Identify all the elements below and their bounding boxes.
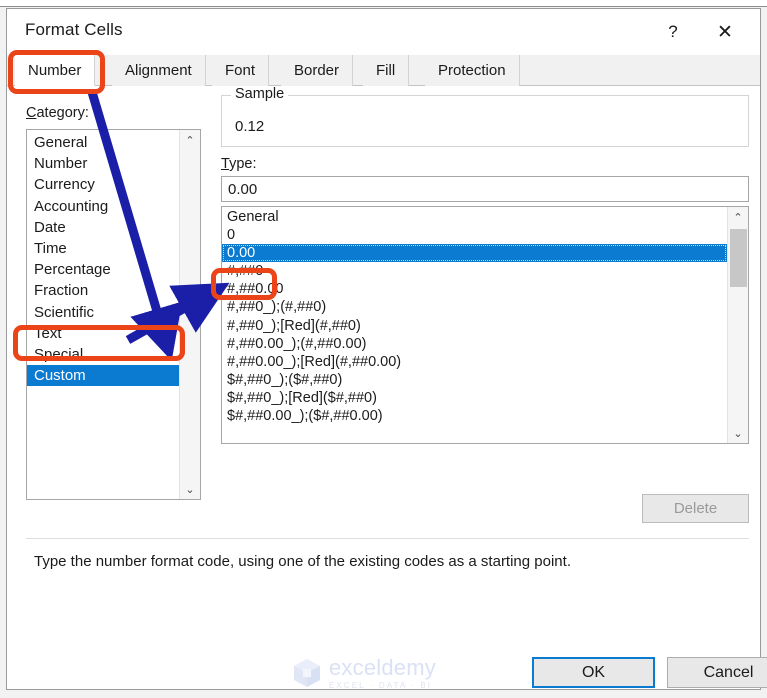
category-list: General Number Currency Accounting Date Time P… bbox=[27, 130, 179, 499]
tab-fill[interactable]: Fill bbox=[363, 55, 410, 86]
delete-button[interactable]: Delete bbox=[642, 494, 749, 523]
type-item[interactable]: $#,##0_);[Red]($#,##0) bbox=[222, 389, 727, 407]
type-item[interactable]: General bbox=[222, 208, 727, 226]
sample-label: Sample bbox=[231, 86, 289, 102]
dialog-title: Format Cells bbox=[25, 20, 123, 39]
watermark-tagline: EXCEL · DATA · BI bbox=[329, 680, 433, 690]
type-item[interactable]: $#,##0_);($#,##0) bbox=[222, 371, 727, 389]
help-text: Type the number format code, using one o… bbox=[34, 553, 571, 570]
category-item[interactable]: Text bbox=[27, 323, 179, 344]
category-item[interactable]: Scientific bbox=[27, 302, 179, 323]
category-item[interactable]: Custom bbox=[27, 365, 179, 387]
exceldemy-logo-icon bbox=[294, 659, 320, 687]
type-list: General 0 0.00 #,##0 #,##0.00 #,##0_);(#,##0)… bbox=[222, 207, 727, 443]
scroll-down-icon[interactable]: ⌄ bbox=[728, 423, 748, 443]
help-icon[interactable]: ? bbox=[652, 15, 694, 49]
tab-strip: Number Alignment Font Border Fill Protec… bbox=[7, 55, 760, 86]
watermark-text: exceldemy EXCEL · DATA · BI bbox=[329, 654, 436, 690]
help-panel: Type the number format code, using one o… bbox=[26, 538, 749, 641]
category-item[interactable]: Date bbox=[27, 217, 179, 238]
category-item[interactable]: Time bbox=[27, 238, 179, 259]
category-item[interactable]: Currency bbox=[27, 174, 179, 195]
category-item[interactable]: General bbox=[27, 132, 179, 153]
category-item[interactable]: Percentage bbox=[27, 259, 179, 280]
tab-number[interactable]: Number bbox=[15, 55, 96, 86]
category-item[interactable]: Special bbox=[27, 344, 179, 365]
type-listbox[interactable]: General 0 0.00 #,##0 #,##0.00 #,##0_);(#,##0)… bbox=[221, 206, 749, 444]
type-label: Type: bbox=[221, 156, 256, 172]
cancel-button[interactable]: Cancel bbox=[667, 657, 767, 688]
category-listbox[interactable]: General Number Currency Accounting Date Time P… bbox=[26, 129, 201, 500]
sample-value: 0.12 bbox=[235, 118, 265, 135]
category-item[interactable]: Accounting bbox=[27, 196, 179, 217]
tab-alignment[interactable]: Alignment bbox=[112, 55, 206, 86]
type-label-accel: T bbox=[221, 156, 230, 172]
dialog-titlebar: Format Cells ? ✕ bbox=[7, 9, 760, 55]
type-item[interactable]: #,##0.00_);[Red](#,##0.00) bbox=[222, 353, 727, 371]
format-cells-dialog: Format Cells ? ✕ Number Alignment Font B… bbox=[6, 8, 767, 692]
tab-font[interactable]: Font bbox=[212, 55, 270, 86]
category-item[interactable]: Fraction bbox=[27, 280, 179, 301]
category-item[interactable]: Number bbox=[27, 153, 179, 174]
type-item[interactable]: 0.00 bbox=[222, 244, 727, 263]
category-scrollbar[interactable]: ⌃ ⌄ bbox=[179, 130, 200, 499]
scroll-down-icon[interactable]: ⌄ bbox=[180, 479, 200, 499]
type-item[interactable]: #,##0.00 bbox=[222, 280, 727, 298]
sample-group bbox=[221, 95, 749, 147]
scroll-up-icon[interactable]: ⌃ bbox=[180, 130, 200, 150]
category-label-accel: C bbox=[26, 105, 37, 121]
watermark-name: exceldemy bbox=[329, 654, 436, 680]
category-label: Category: bbox=[26, 105, 89, 121]
ok-button[interactable]: OK bbox=[532, 657, 655, 688]
type-item[interactable]: 0 bbox=[222, 226, 727, 244]
close-icon[interactable]: ✕ bbox=[704, 15, 746, 49]
background-page-sliver bbox=[0, 0, 767, 7]
number-tab-panel: Category: General Number Currency Accountin… bbox=[7, 86, 760, 689]
type-label-rest: ype: bbox=[229, 156, 257, 172]
type-scrollbar[interactable]: ⌃ ⌄ bbox=[727, 207, 748, 443]
type-item[interactable]: #,##0_);(#,##0) bbox=[222, 298, 727, 316]
category-label-rest: ategory: bbox=[36, 105, 89, 121]
type-item[interactable]: #,##0_);[Red](#,##0) bbox=[222, 317, 727, 335]
type-item[interactable]: $#,##0.00_);($#,##0.00) bbox=[222, 407, 727, 425]
type-item[interactable]: #,##0.00_);(#,##0.00) bbox=[222, 335, 727, 353]
type-item[interactable]: #,##0 bbox=[222, 262, 727, 280]
type-input[interactable] bbox=[221, 176, 749, 202]
type-scrollbar-thumb[interactable] bbox=[730, 229, 747, 287]
tab-protection[interactable]: Protection bbox=[425, 55, 520, 86]
tab-border[interactable]: Border bbox=[281, 55, 354, 86]
exceldemy-watermark: exceldemy EXCEL · DATA · BI bbox=[292, 654, 472, 692]
scroll-up-icon[interactable]: ⌃ bbox=[728, 207, 748, 227]
